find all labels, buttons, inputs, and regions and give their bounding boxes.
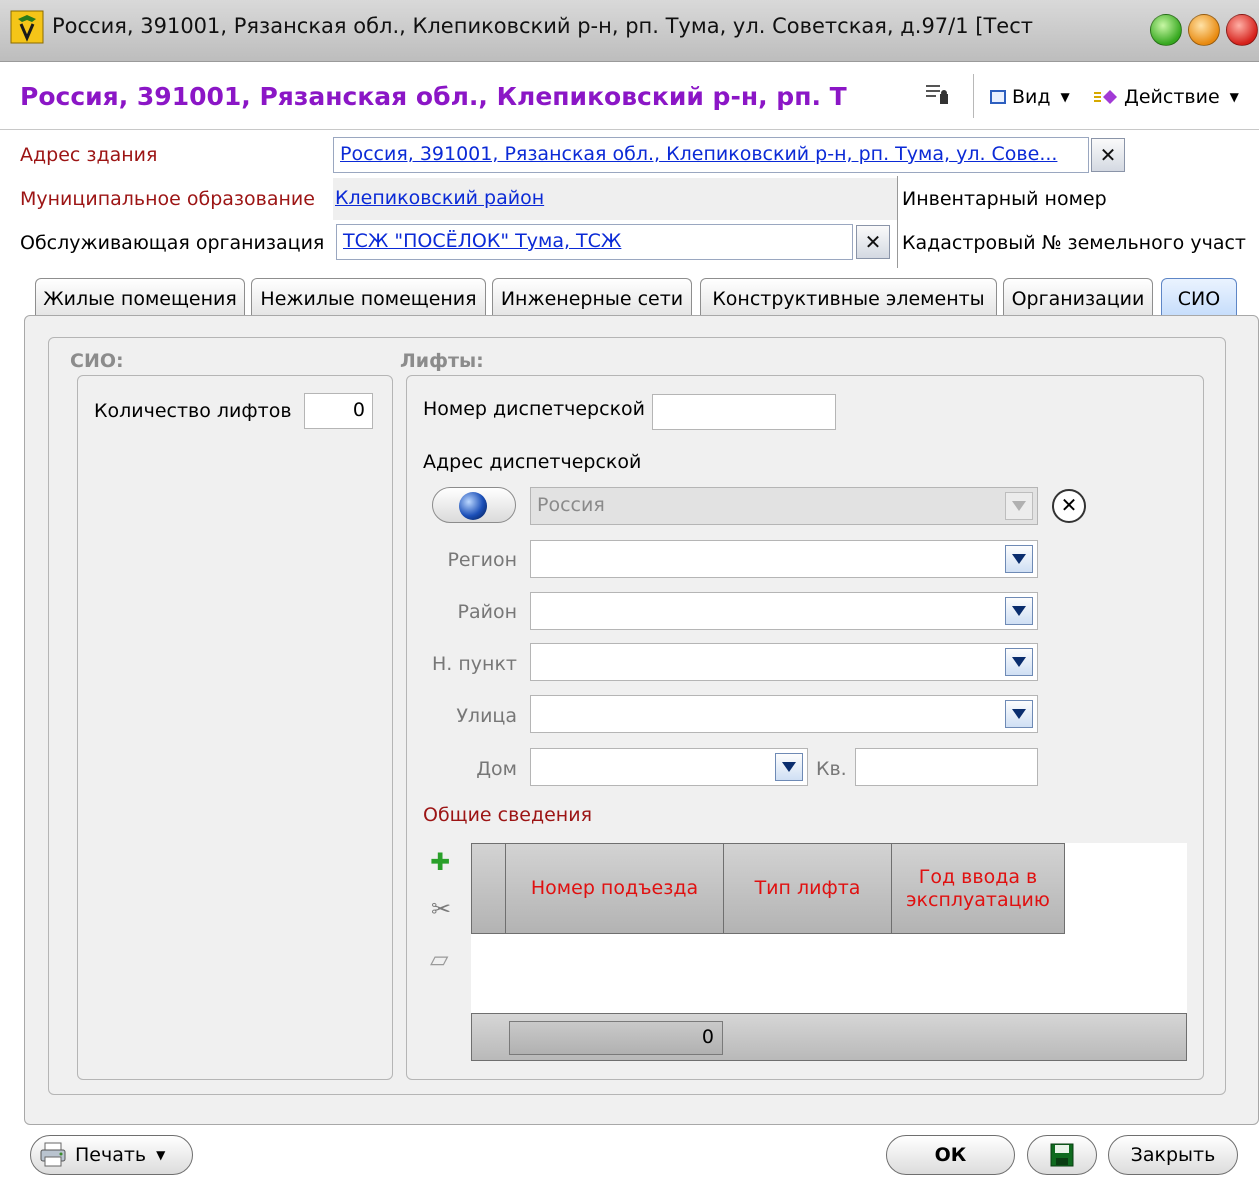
- sio-panel: [77, 375, 393, 1080]
- lifts-grid[interactable]: Номер подъезда Тип лифта Год ввода в экс…: [471, 843, 1187, 1013]
- grid-column-commission-year[interactable]: Год ввода в эксплуатацию: [891, 843, 1065, 934]
- ok-button[interactable]: ОК: [886, 1135, 1015, 1175]
- service-org-link[interactable]: ТСЖ "ПОСЁЛОК" Тума, ТСЖ: [343, 230, 621, 252]
- lifts-group-title: Лифты:: [400, 350, 484, 372]
- grid-selector-column: [471, 843, 506, 934]
- service-org-field[interactable]: ТСЖ "ПОСЁЛОК" Тума, ТСЖ: [336, 224, 853, 260]
- dispatch-number-input[interactable]: [652, 394, 836, 430]
- window-titlebar[interactable]: Россия, 391001, Рязанская обл., Клепиков…: [0, 0, 1259, 62]
- print-button[interactable]: Печать ▼: [30, 1135, 193, 1175]
- tab-residential[interactable]: Жилые помещения: [35, 278, 245, 318]
- chevron-down-icon[interactable]: [1005, 545, 1033, 573]
- clear-service-org-button[interactable]: ✕: [856, 225, 890, 259]
- maximize-button[interactable]: [1150, 14, 1182, 46]
- building-address-label: Адрес здания: [20, 144, 158, 166]
- view-menu-label: Вид: [1012, 86, 1051, 108]
- delete-icon[interactable]: ✂: [431, 895, 451, 923]
- municipality-field: Клепиковский район: [333, 178, 897, 220]
- view-menu[interactable]: Вид ▼: [990, 84, 1070, 110]
- region-label: Регион: [447, 549, 517, 571]
- tab-structural[interactable]: Конструктивные элементы: [700, 278, 997, 318]
- house-combo[interactable]: [530, 748, 808, 786]
- printer-icon: [40, 1142, 66, 1167]
- grid-footer: 0: [471, 1013, 1187, 1061]
- clear-building-address-button[interactable]: ✕: [1091, 138, 1125, 172]
- apartment-label: Кв.: [816, 758, 847, 780]
- house-label: Дом: [476, 758, 517, 780]
- field-divider: [897, 176, 898, 268]
- locality-combo[interactable]: [530, 643, 1038, 681]
- grid-column-entrance[interactable]: Номер подъезда: [505, 843, 724, 934]
- close-button[interactable]: Закрыть: [1108, 1135, 1238, 1175]
- apartment-input[interactable]: [855, 748, 1038, 786]
- chevron-down-icon: [1005, 492, 1033, 520]
- action-menu-label: Действие: [1124, 86, 1220, 108]
- save-icon: [1050, 1143, 1074, 1167]
- district-label: Район: [457, 601, 518, 623]
- page-title: Россия, 391001, Рязанская обл., Клепиков…: [20, 82, 847, 111]
- close-window-button[interactable]: [1226, 14, 1258, 46]
- action-icon: [1094, 90, 1117, 104]
- minimize-button[interactable]: [1188, 14, 1220, 46]
- add-icon[interactable]: ✚: [430, 848, 450, 876]
- app-icon: [10, 10, 44, 44]
- save-button[interactable]: [1027, 1135, 1097, 1175]
- country-value: Россия: [537, 494, 605, 516]
- tab-non-residential[interactable]: Нежилые помещения: [251, 278, 486, 318]
- building-address-link[interactable]: Россия, 391001, Рязанская обл., Клепиков…: [340, 143, 1057, 165]
- edit-icon[interactable]: ▱: [430, 945, 448, 973]
- street-label: Улица: [456, 705, 517, 727]
- country-select-button[interactable]: [432, 487, 516, 523]
- chevron-down-icon: ▼: [156, 1148, 166, 1162]
- chevron-down-icon[interactable]: [1005, 700, 1033, 728]
- view-icon: [990, 90, 1006, 104]
- action-menu[interactable]: Действие ▼: [1094, 84, 1239, 110]
- dispatch-number-label: Номер диспетчерской: [423, 398, 646, 420]
- lift-count-input[interactable]: 0: [304, 393, 373, 429]
- cadastral-number-label: Кадастровый № земельного участ: [902, 232, 1246, 254]
- region-combo[interactable]: [530, 540, 1038, 578]
- grid-footer-total: 0: [509, 1021, 723, 1055]
- chevron-down-icon[interactable]: [1005, 648, 1033, 676]
- toolbar-separator: [973, 74, 974, 118]
- service-org-label: Обслуживающая организация: [20, 232, 325, 254]
- municipality-link[interactable]: Клепиковский район: [335, 187, 544, 209]
- tab-sio[interactable]: СИО: [1161, 278, 1237, 318]
- chevron-down-icon: ▼: [1060, 90, 1070, 104]
- window-title: Россия, 391001, Рязанская обл., Клепиков…: [52, 14, 1033, 38]
- general-info-label: Общие сведения: [423, 804, 593, 826]
- sio-group-title: СИО:: [70, 350, 124, 372]
- street-combo[interactable]: [530, 695, 1038, 733]
- tab-organizations[interactable]: Организации: [1003, 278, 1153, 318]
- municipality-label: Муниципальное образование: [20, 188, 315, 210]
- chevron-down-icon[interactable]: [1005, 597, 1033, 625]
- inventory-number-label: Инвентарный номер: [902, 188, 1107, 210]
- chevron-down-icon[interactable]: [775, 753, 803, 781]
- dispatch-address-label: Адрес диспетчерской: [423, 451, 642, 473]
- grid-column-lift-type[interactable]: Тип лифта: [723, 843, 892, 934]
- print-button-label: Печать: [75, 1144, 147, 1166]
- chevron-down-icon: ▼: [1229, 90, 1239, 104]
- lift-count-label: Количество лифтов: [94, 400, 292, 422]
- clear-address-button[interactable]: ✕: [1052, 489, 1086, 523]
- locality-label: Н. пункт: [432, 653, 517, 675]
- globe-icon: [459, 492, 487, 520]
- tools-icon[interactable]: [924, 82, 952, 108]
- tab-engineering[interactable]: Инженерные сети: [492, 278, 692, 318]
- district-combo[interactable]: [530, 592, 1038, 630]
- building-address-field[interactable]: Россия, 391001, Рязанская обл., Клепиков…: [333, 137, 1089, 173]
- form-header: Россия, 391001, Рязанская обл., Клепиков…: [0, 62, 1259, 130]
- country-combo: Россия: [530, 487, 1038, 525]
